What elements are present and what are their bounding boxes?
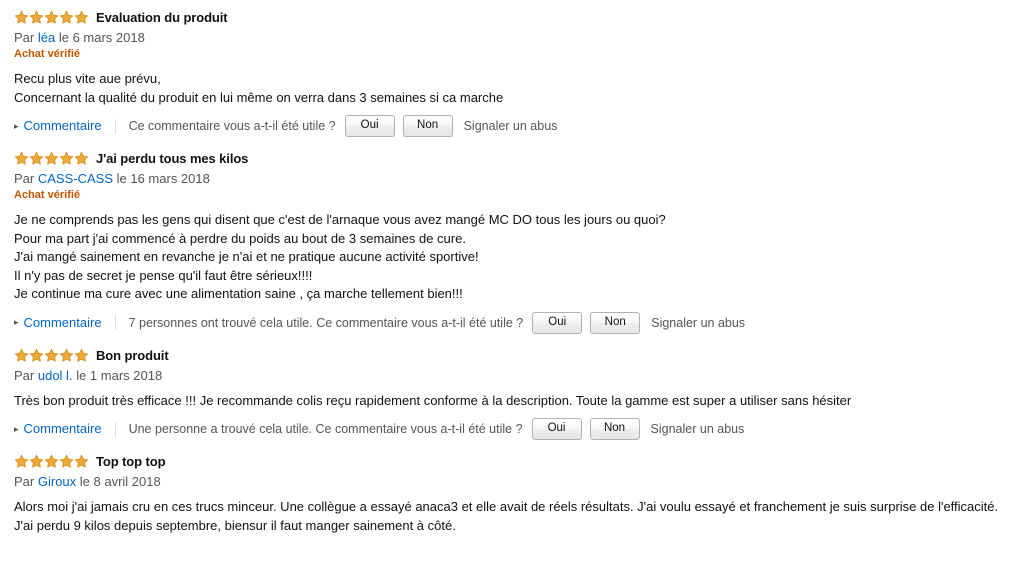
review-date: le 8 avril 2018 bbox=[79, 474, 161, 489]
report-abuse-link[interactable]: Signaler un abus bbox=[651, 315, 745, 331]
review-header: Bon produit bbox=[14, 348, 1010, 363]
byline-by-label: Par bbox=[14, 30, 35, 45]
review-byline: Par udol l. le 1 mars 2018 bbox=[14, 367, 1010, 384]
helpful-count-text: 7 personnes ont trouvé cela utile. bbox=[128, 315, 313, 330]
review-body: Je ne comprends pas les gens qui disent … bbox=[14, 211, 1010, 304]
helpful-count-text: Une personne a trouvé cela utile. bbox=[128, 422, 313, 436]
review-body-line: Pour ma part j'ai commencé à perdre du p… bbox=[14, 230, 466, 246]
star-rating-icon[interactable] bbox=[14, 151, 89, 166]
review-item: Bon produit Par udol l. le 1 mars 2018 Trè… bbox=[14, 348, 1010, 440]
review-body: Très bon produit très efficace !!! Je re… bbox=[14, 392, 1010, 411]
review-author-link[interactable]: CASS-CASS bbox=[38, 171, 113, 186]
verified-purchase-badge: Achat vérifié bbox=[14, 48, 81, 60]
action-divider bbox=[114, 118, 116, 134]
byline-by-label: Par bbox=[14, 171, 35, 186]
helpful-yes-button[interactable]: Oui bbox=[344, 115, 395, 137]
review-author-link[interactable]: léa bbox=[38, 30, 55, 45]
review-title: J'ai perdu tous mes kilos bbox=[96, 151, 249, 166]
helpful-no-button[interactable]: Non bbox=[589, 418, 640, 440]
review-item: Top top top Par Giroux le 8 avril 2018 Alo… bbox=[14, 454, 1010, 535]
review-actions: ▸ Commentaire 7 personnes ont trouvé cela … bbox=[14, 311, 1010, 334]
review-body: Alors moi j'ai jamais cru en ces trucs m… bbox=[14, 498, 1010, 535]
helpful-question-label: Ce commentaire vous a-t-il été utile ? bbox=[315, 422, 523, 436]
comment-link[interactable]: Commentaire bbox=[24, 421, 102, 437]
caret-right-icon: ▸ bbox=[14, 317, 19, 327]
comment-link[interactable]: Commentaire bbox=[24, 118, 102, 134]
caret-right-icon: ▸ bbox=[14, 120, 19, 131]
action-divider bbox=[114, 315, 116, 330]
byline-by-label: Par bbox=[14, 367, 35, 383]
review-body-line: Il n'y pas de secret je pense qu'il faut… bbox=[14, 267, 313, 283]
review-body-line: Très bon produit très efficace !!! Je re… bbox=[14, 392, 852, 408]
review-date: le 6 mars 2018 bbox=[58, 30, 145, 45]
review-date: le 1 mars 2018 bbox=[76, 367, 163, 383]
report-abuse-link[interactable]: Signaler un abus bbox=[651, 421, 745, 437]
helpful-no-button[interactable]: Non bbox=[590, 311, 641, 334]
review-header: Evaluation du produit bbox=[14, 10, 1010, 25]
review-title: Evaluation du produit bbox=[96, 10, 228, 25]
helpful-question-label: Ce commentaire vous a-t-il été utile ? bbox=[128, 119, 336, 133]
action-divider bbox=[114, 421, 116, 437]
review-byline: Par CASS-CASS le 16 mars 2018 bbox=[14, 170, 1010, 187]
helpful-yes-button[interactable]: Oui bbox=[532, 311, 583, 334]
star-rating-icon[interactable] bbox=[14, 348, 89, 363]
helpful-question-label: Ce commentaire vous a-t-il été utile ? bbox=[316, 315, 524, 330]
byline-by-label: Par bbox=[14, 474, 35, 489]
review-body-line: Je ne comprends pas les gens qui disent … bbox=[14, 212, 666, 227]
review-date: le 16 mars 2018 bbox=[116, 171, 210, 186]
helpful-yes-button[interactable]: Oui bbox=[531, 418, 582, 440]
review-title: Bon produit bbox=[96, 347, 169, 363]
review-body-line: Concernant la qualité du produit en lui … bbox=[14, 89, 504, 105]
review-body-line: J'ai mangé sainement en revanche je n'ai… bbox=[14, 249, 479, 264]
review-header: Top top top bbox=[14, 454, 1010, 469]
review-body: Recu plus vite aue prévu, Concernant la q… bbox=[14, 70, 1010, 107]
review-author-link[interactable]: udol l. bbox=[38, 368, 73, 383]
review-author-link[interactable]: Giroux bbox=[38, 474, 76, 489]
review-body-line: Recu plus vite aue prévu, bbox=[14, 71, 161, 86]
comment-link[interactable]: Commentaire bbox=[24, 315, 102, 331]
review-title: Top top top bbox=[96, 454, 166, 469]
review-item: J'ai perdu tous mes kilos Par CASS-CASS l… bbox=[14, 151, 1010, 334]
review-header: J'ai perdu tous mes kilos bbox=[14, 151, 1010, 166]
review-body-line: Alors moi j'ai jamais cru en ces trucs m… bbox=[14, 499, 1002, 533]
caret-right-icon: ▸ bbox=[14, 423, 19, 434]
star-rating-icon[interactable] bbox=[14, 454, 89, 469]
review-byline: Par léa le 6 mars 2018 bbox=[14, 29, 1010, 46]
star-rating-icon[interactable] bbox=[14, 10, 89, 25]
review-actions: ▸ Commentaire Une personne a trouvé cela u… bbox=[14, 418, 1010, 440]
verified-purchase-badge: Achat vérifié bbox=[14, 189, 81, 201]
review-actions: ▸ Commentaire Ce commentaire vous a-t-il é… bbox=[14, 115, 1010, 137]
review-byline: Par Giroux le 8 avril 2018 bbox=[14, 473, 1010, 490]
report-abuse-link[interactable]: Signaler un abus bbox=[464, 118, 558, 134]
customer-reviews-list: Evaluation du produit Par léa le 6 mars 2… bbox=[0, 0, 1024, 535]
helpful-no-button[interactable]: Non bbox=[402, 115, 453, 137]
review-item: Evaluation du produit Par léa le 6 mars 2… bbox=[14, 10, 1010, 137]
review-body-line: Je continue ma cure avec une alimentatio… bbox=[14, 286, 463, 301]
